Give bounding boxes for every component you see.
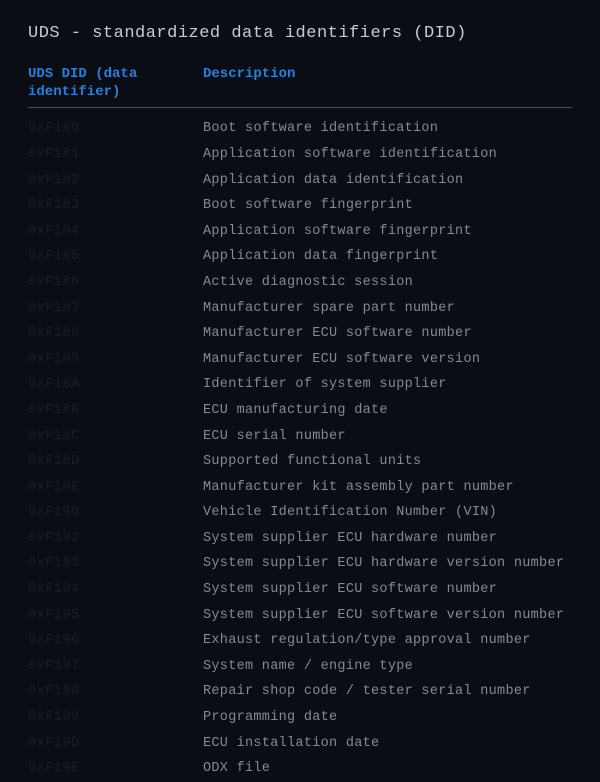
- description-cell: Application software identification: [203, 144, 572, 166]
- did-table: UDS DID (data identifier) Description 0x…: [28, 65, 572, 782]
- table-header-row: UDS DID (data identifier) Description: [28, 65, 572, 108]
- table-row: 0xF185Application data fingerprint: [28, 244, 572, 270]
- did-cell: 0xF181: [28, 144, 203, 166]
- did-cell: 0xF18C: [28, 426, 203, 448]
- table-row: 0xF18BECU manufacturing date: [28, 398, 572, 424]
- table-row: 0xF18EManufacturer kit assembly part num…: [28, 475, 572, 501]
- description-cell: Application data fingerprint: [203, 246, 572, 268]
- description-cell: Supported functional units: [203, 451, 572, 473]
- did-cell: 0xF180: [28, 118, 203, 140]
- header-did: UDS DID (data identifier): [28, 65, 203, 101]
- table-row: 0xF181Application software identificatio…: [28, 142, 572, 168]
- table-row: 0xF189Manufacturer ECU software version: [28, 347, 572, 373]
- description-cell: System supplier ECU hardware number: [203, 528, 572, 550]
- table-row: 0xF180Boot software identification: [28, 116, 572, 142]
- did-cell: 0xF192: [28, 528, 203, 550]
- table-row: 0xF184Application software fingerprint: [28, 219, 572, 245]
- header-description: Description: [203, 65, 572, 101]
- did-cell: 0xF199: [28, 707, 203, 729]
- description-cell: Vehicle Identification Number (VIN): [203, 502, 572, 524]
- table-row: 0xF195System supplier ECU software versi…: [28, 603, 572, 629]
- did-cell: 0xF190: [28, 502, 203, 524]
- description-cell: Repair shop code / tester serial number: [203, 681, 572, 703]
- description-cell: Active diagnostic session: [203, 272, 572, 294]
- did-cell: 0xF18D: [28, 451, 203, 473]
- did-cell: 0xF189: [28, 349, 203, 371]
- description-cell: Boot software identification: [203, 118, 572, 140]
- did-cell: 0xF195: [28, 605, 203, 627]
- description-cell: Boot software fingerprint: [203, 195, 572, 217]
- description-cell: System name / engine type: [203, 656, 572, 678]
- did-cell: 0xF18E: [28, 477, 203, 499]
- did-cell: 0xF183: [28, 195, 203, 217]
- description-cell: Manufacturer kit assembly part number: [203, 477, 572, 499]
- table-row: 0xF192System supplier ECU hardware numbe…: [28, 526, 572, 552]
- table-row: 0xF187Manufacturer spare part number: [28, 296, 572, 322]
- table-row: 0xF19EODX file: [28, 756, 572, 782]
- table-row: 0xF18CECU serial number: [28, 424, 572, 450]
- did-cell: 0xF19E: [28, 758, 203, 780]
- description-cell: System supplier ECU software version num…: [203, 605, 572, 627]
- table-row: 0xF196Exhaust regulation/type approval n…: [28, 628, 572, 654]
- did-cell: 0xF182: [28, 170, 203, 192]
- did-cell: 0xF184: [28, 221, 203, 243]
- table-row: 0xF18DSupported functional units: [28, 449, 572, 475]
- table-row: 0xF186Active diagnostic session: [28, 270, 572, 296]
- description-cell: ECU installation date: [203, 733, 572, 755]
- did-cell: 0xF185: [28, 246, 203, 268]
- description-cell: Manufacturer spare part number: [203, 298, 572, 320]
- description-cell: Programming date: [203, 707, 572, 729]
- page-title: UDS - standardized data identifiers (DID…: [28, 24, 572, 43]
- did-cell: 0xF18B: [28, 400, 203, 422]
- description-cell: System supplier ECU hardware version num…: [203, 553, 572, 575]
- table-row: 0xF194System supplier ECU software numbe…: [28, 577, 572, 603]
- did-cell: 0xF19D: [28, 733, 203, 755]
- did-cell: 0xF194: [28, 579, 203, 601]
- did-cell: 0xF18A: [28, 374, 203, 396]
- did-cell: 0xF188: [28, 323, 203, 345]
- description-cell: Application software fingerprint: [203, 221, 572, 243]
- table-row: 0xF193System supplier ECU hardware versi…: [28, 551, 572, 577]
- description-cell: ECU serial number: [203, 426, 572, 448]
- table-row: 0xF18AIdentifier of system supplier: [28, 372, 572, 398]
- did-cell: 0xF187: [28, 298, 203, 320]
- table-row: 0xF19DECU installation date: [28, 731, 572, 757]
- did-cell: 0xF193: [28, 553, 203, 575]
- did-cell: 0xF197: [28, 656, 203, 678]
- table-row: 0xF198Repair shop code / tester serial n…: [28, 679, 572, 705]
- description-cell: Manufacturer ECU software version: [203, 349, 572, 371]
- table-row: 0xF199Programming date: [28, 705, 572, 731]
- description-cell: Identifier of system supplier: [203, 374, 572, 396]
- table-row: 0xF183Boot software fingerprint: [28, 193, 572, 219]
- did-cell: 0xF186: [28, 272, 203, 294]
- table-row: 0xF190Vehicle Identification Number (VIN…: [28, 500, 572, 526]
- description-cell: Exhaust regulation/type approval number: [203, 630, 572, 652]
- description-cell: Application data identification: [203, 170, 572, 192]
- description-cell: ECU manufacturing date: [203, 400, 572, 422]
- description-cell: Manufacturer ECU software number: [203, 323, 572, 345]
- table-body: 0xF180Boot software identification0xF181…: [28, 116, 572, 781]
- table-row: 0xF182Application data identification: [28, 168, 572, 194]
- did-cell: 0xF198: [28, 681, 203, 703]
- description-cell: System supplier ECU software number: [203, 579, 572, 601]
- did-cell: 0xF196: [28, 630, 203, 652]
- description-cell: ODX file: [203, 758, 572, 780]
- table-row: 0xF197System name / engine type: [28, 654, 572, 680]
- table-row: 0xF188Manufacturer ECU software number: [28, 321, 572, 347]
